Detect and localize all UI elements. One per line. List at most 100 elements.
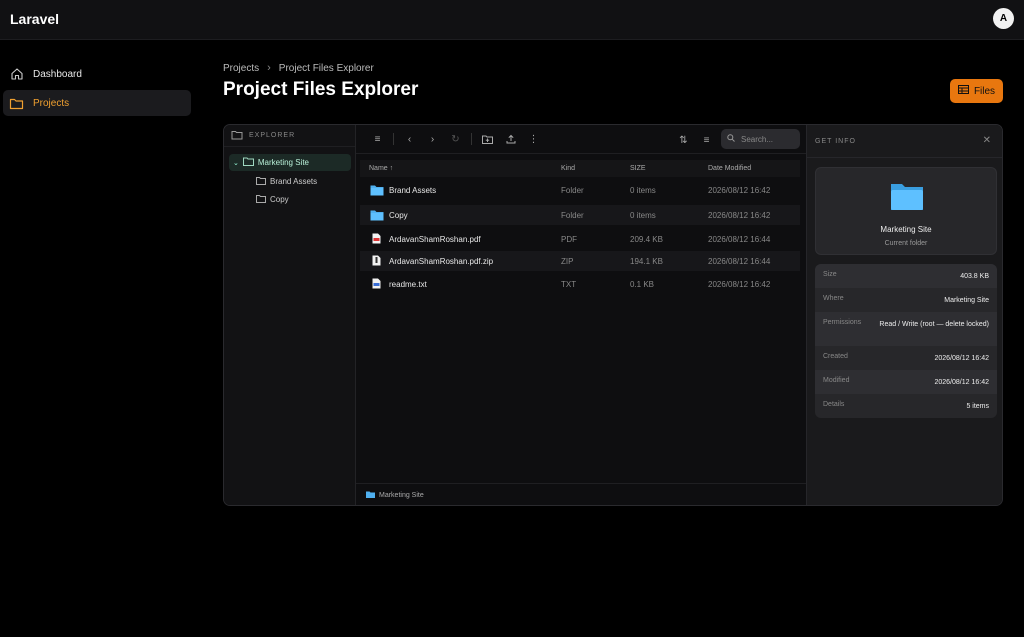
- chevron-down-icon[interactable]: ⌄: [233, 159, 239, 167]
- info-details: Size 403.8 KB Where Marketing Site Permi…: [815, 264, 997, 418]
- refresh-icon[interactable]: ↻: [444, 129, 467, 149]
- sidebar-item-dashboard[interactable]: Dashboard: [3, 61, 191, 87]
- sidebar-item-label: Projects: [33, 97, 70, 109]
- column-kind[interactable]: Kind: [561, 165, 575, 172]
- files-button[interactable]: Files: [950, 79, 1003, 103]
- folder-icon: [370, 210, 384, 221]
- file-kind: ZIP: [561, 257, 574, 266]
- table-row[interactable]: Copy Folder 0 items 2026/08/12 16:42: [360, 205, 800, 225]
- info-key: Where: [823, 295, 844, 302]
- file-date: 2026/08/12 16:44: [708, 235, 771, 244]
- divider: [393, 133, 394, 145]
- top-bar: Laravel A: [0, 0, 1024, 40]
- table-row[interactable]: readme.txt TXT 0.1 KB 2026/08/12 16:42: [360, 274, 800, 294]
- home-icon: [9, 67, 24, 82]
- info-value: 403.8 KB: [960, 273, 989, 280]
- file-kind: Folder: [561, 186, 584, 195]
- file-name: Brand Assets: [389, 186, 437, 195]
- file-date: 2026/08/12 16:44: [708, 257, 771, 266]
- text-file-icon: [372, 278, 381, 289]
- forward-icon[interactable]: ›: [421, 129, 444, 149]
- file-name: ArdavanShamRoshan.pdf: [389, 235, 481, 244]
- file-kind: Folder: [561, 211, 584, 220]
- column-date[interactable]: Date Modified: [708, 165, 751, 172]
- info-value: 2026/08/12 16:42: [934, 355, 990, 362]
- file-kind: PDF: [561, 235, 577, 244]
- file-size: 0 items: [630, 186, 656, 195]
- tree-item-copy[interactable]: Copy: [256, 191, 289, 208]
- file-name: Copy: [389, 211, 408, 220]
- folder-icon: [9, 96, 24, 111]
- file-size: 0 items: [630, 211, 656, 220]
- files-button-label: Files: [973, 85, 996, 97]
- info-row-permissions: Permissions Read / Write (root — delete …: [815, 312, 997, 346]
- info-key: Details: [823, 401, 845, 408]
- info-title: GET INFO: [815, 137, 856, 145]
- breadcrumb-current: Project Files Explorer: [278, 62, 374, 74]
- info-header: GET INFO ✕: [807, 125, 1002, 158]
- file-list-pane: ≡ ‹ › ↻ ⋮ ⇅ ≡ Search... Name ↑ Kind SIZE…: [356, 125, 806, 505]
- explorer-sidebar: EXPLORER ⌄ Marketing Site Brand Assets C…: [224, 125, 356, 505]
- column-size[interactable]: SIZE: [630, 165, 646, 172]
- sidebar-item-projects[interactable]: Projects: [3, 90, 191, 116]
- menu-icon[interactable]: ≡: [366, 129, 389, 149]
- tree-item-label: Brand Assets: [270, 177, 318, 186]
- file-kind: TXT: [561, 280, 577, 289]
- info-key: Modified: [823, 377, 850, 384]
- info-value: Read / Write (root — delete locked): [879, 321, 989, 328]
- table-row[interactable]: Brand Assets Folder 0 items 2026/08/12 1…: [360, 180, 800, 200]
- info-row-details: Details 5 items: [815, 394, 997, 418]
- tree-item-label: Marketing Site: [257, 158, 310, 167]
- info-item-type: Current folder: [884, 240, 928, 247]
- file-size: 194.1 KB: [630, 257, 663, 266]
- chevron-right-icon: ›: [267, 62, 271, 74]
- file-name: readme.txt: [389, 280, 427, 289]
- search-input[interactable]: Search...: [721, 129, 800, 149]
- app-brand[interactable]: Laravel: [10, 11, 59, 27]
- page-title: Project Files Explorer: [223, 79, 419, 100]
- back-icon[interactable]: ‹: [398, 129, 421, 149]
- info-item-name: Marketing Site: [880, 225, 932, 234]
- get-info-panel: GET INFO ✕ Marketing Site Current folder…: [806, 125, 1002, 505]
- info-value: 5 items: [966, 403, 989, 410]
- file-size: 209.4 KB: [630, 235, 663, 244]
- divider: [471, 133, 472, 145]
- search-icon: [727, 134, 735, 144]
- explorer-title: EXPLORER: [249, 132, 296, 139]
- info-row-where: Where Marketing Site: [815, 288, 997, 312]
- table-header: Name ↑ Kind SIZE Date Modified: [360, 160, 800, 177]
- info-row-modified: Modified 2026/08/12 16:42: [815, 370, 997, 394]
- folder-open-icon: [242, 157, 254, 168]
- breadcrumb-projects[interactable]: Projects: [223, 63, 259, 74]
- table-row[interactable]: ArdavanShamRoshan.pdf PDF 209.4 KB 2026/…: [360, 229, 800, 249]
- info-key: Size: [823, 271, 837, 278]
- info-value: Marketing Site: [944, 297, 989, 304]
- pdf-file-icon: [372, 233, 381, 244]
- list-view-icon[interactable]: ≡: [695, 130, 718, 150]
- tree-item-marketing-site[interactable]: ⌄ Marketing Site: [229, 154, 351, 171]
- column-name[interactable]: Name ↑: [369, 165, 393, 172]
- close-icon[interactable]: ✕: [983, 135, 992, 146]
- info-key: Created: [823, 353, 848, 360]
- status-path[interactable]: Marketing Site: [379, 492, 424, 499]
- info-value: 2026/08/12 16:42: [934, 379, 990, 386]
- folder-icon: [256, 176, 266, 187]
- sidebar-item-label: Dashboard: [33, 68, 82, 80]
- upload-icon[interactable]: [499, 129, 522, 149]
- table-row[interactable]: ArdavanShamRoshan.pdf.zip ZIP 194.1 KB 2…: [360, 251, 800, 271]
- zip-file-icon: [372, 255, 381, 266]
- info-key: Permissions: [823, 319, 862, 326]
- file-date: 2026/08/12 16:42: [708, 186, 771, 195]
- tree-item-brand-assets[interactable]: Brand Assets: [256, 173, 317, 190]
- user-avatar[interactable]: A: [993, 8, 1014, 29]
- table-icon: [957, 85, 969, 97]
- toolbar: ≡ ‹ › ↻ ⋮ ⇅ ≡ Search...: [356, 125, 806, 154]
- folder-icon: [231, 130, 243, 142]
- search-placeholder: Search...: [741, 134, 774, 144]
- info-row-created: Created 2026/08/12 16:42: [815, 346, 997, 370]
- breadcrumb: Projects › Project Files Explorer: [223, 62, 374, 74]
- more-icon[interactable]: ⋮: [522, 129, 545, 149]
- new-folder-icon[interactable]: [476, 129, 499, 149]
- file-manager-panel: EXPLORER ⌄ Marketing Site Brand Assets C…: [223, 124, 1003, 506]
- sort-icon[interactable]: ⇅: [672, 130, 695, 150]
